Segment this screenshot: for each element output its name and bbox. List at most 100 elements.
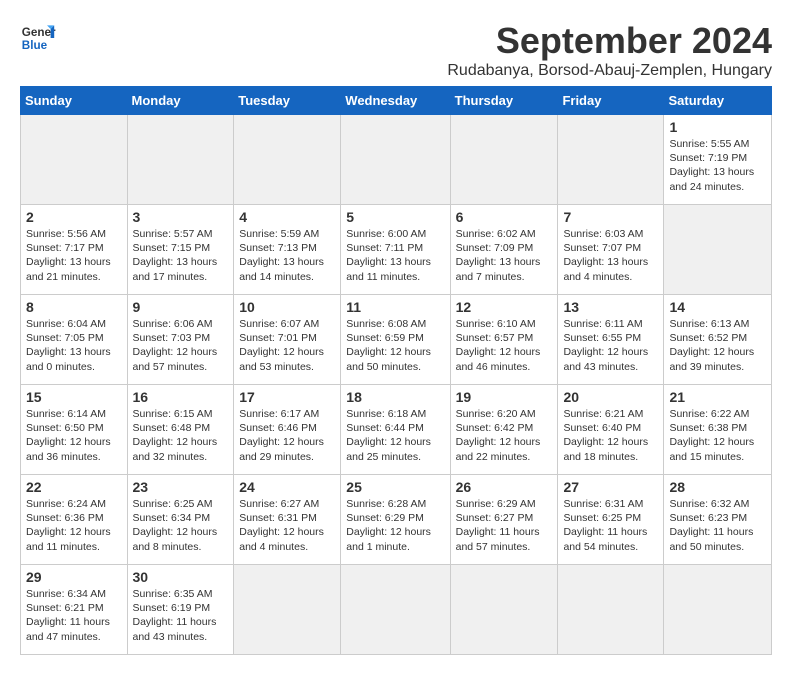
day-info: Sunrise: 6:14 AMSunset: 6:50 PMDaylight:…: [26, 407, 122, 464]
day-info: Sunrise: 6:31 AMSunset: 6:25 PMDaylight:…: [563, 497, 658, 554]
header-cell-thursday: Thursday: [450, 87, 558, 115]
day-cell-29: 29 Sunrise: 6:34 AMSunset: 6:21 PMDayligh…: [21, 565, 128, 655]
day-cell-26: 26Sunrise: 6:29 AMSunset: 6:27 PMDayligh…: [450, 475, 558, 565]
day-info: Sunrise: 6:29 AMSunset: 6:27 PMDaylight:…: [456, 497, 553, 554]
day-number: 13: [563, 299, 658, 315]
day-info: Sunrise: 6:24 AMSunset: 6:36 PMDaylight:…: [26, 497, 122, 554]
svg-text:Blue: Blue: [22, 39, 48, 52]
day-info: Sunrise: 5:57 AMSunset: 7:15 PMDaylight:…: [133, 227, 229, 284]
empty-cell: [21, 115, 128, 205]
day-info: Sunrise: 6:21 AMSunset: 6:40 PMDaylight:…: [563, 407, 658, 464]
day-info: Sunrise: 6:20 AMSunset: 6:42 PMDaylight:…: [456, 407, 553, 464]
day-info: Sunrise: 5:56 AMSunset: 7:17 PMDaylight:…: [26, 227, 122, 284]
day-info: Sunrise: 5:59 AMSunset: 7:13 PMDaylight:…: [239, 227, 335, 284]
day-cell-7: 7 Sunrise: 6:03 AMSunset: 7:07 PMDaylight…: [558, 205, 664, 295]
week-row-5: 22 Sunrise: 6:24 AMSunset: 6:36 PMDayligh…: [21, 475, 772, 565]
empty-cell: [450, 565, 558, 655]
day-number: 14: [669, 299, 766, 315]
day-number: 29: [26, 569, 122, 585]
day-info: Sunrise: 6:07 AMSunset: 7:01 PMDaylight:…: [239, 317, 335, 374]
empty-cell: [558, 565, 664, 655]
day-info: Sunrise: 6:35 AMSunset: 6:19 PMDaylight:…: [133, 587, 229, 644]
day-number: 16: [133, 389, 229, 405]
day-number: 9: [133, 299, 229, 315]
day-number: 2: [26, 209, 122, 225]
header-cell-saturday: Saturday: [664, 87, 772, 115]
day-info: Sunrise: 6:32 AMSunset: 6:23 PMDaylight:…: [669, 497, 766, 554]
day-info: Sunrise: 6:03 AMSunset: 7:07 PMDaylight:…: [563, 227, 658, 284]
month-title: September 2024: [447, 20, 772, 62]
day-cell-4: 4 Sunrise: 5:59 AMSunset: 7:13 PMDaylight…: [234, 205, 341, 295]
empty-cell: [450, 115, 558, 205]
day-info: Sunrise: 6:10 AMSunset: 6:57 PMDaylight:…: [456, 317, 553, 374]
day-number: 22: [26, 479, 122, 495]
header-cell-tuesday: Tuesday: [234, 87, 341, 115]
day-number: 25: [346, 479, 444, 495]
day-cell-17: 17 Sunrise: 6:17 AMSunset: 6:46 PMDayligh…: [234, 385, 341, 475]
day-info: Sunrise: 6:02 AMSunset: 7:09 PMDaylight:…: [456, 227, 553, 284]
day-cell-18: 18 Sunrise: 6:18 AMSunset: 6:44 PMDayligh…: [341, 385, 450, 475]
day-info: Sunrise: 6:17 AMSunset: 6:46 PMDaylight:…: [239, 407, 335, 464]
day-info: Sunrise: 6:28 AMSunset: 6:29 PMDaylight:…: [346, 497, 444, 554]
day-info: Sunrise: 6:04 AMSunset: 7:05 PMDaylight:…: [26, 317, 122, 374]
day-number: 10: [239, 299, 335, 315]
day-cell-21: 21 Sunrise: 6:22 AMSunset: 6:38 PMDayligh…: [664, 385, 772, 475]
day-info: Sunrise: 6:22 AMSunset: 6:38 PMDaylight:…: [669, 407, 766, 464]
week-row-3: 8 Sunrise: 6:04 AMSunset: 7:05 PMDaylight…: [21, 295, 772, 385]
day-cell-14: 14 Sunrise: 6:13 AMSunset: 6:52 PMDayligh…: [664, 295, 772, 385]
day-cell-6: 6 Sunrise: 6:02 AMSunset: 7:09 PMDaylight…: [450, 205, 558, 295]
day-cell-15: 15 Sunrise: 6:14 AMSunset: 6:50 PMDayligh…: [21, 385, 128, 475]
day-cell-30: 30 Sunrise: 6:35 AMSunset: 6:19 PMDayligh…: [127, 565, 234, 655]
day-info: Sunrise: 6:13 AMSunset: 6:52 PMDaylight:…: [669, 317, 766, 374]
empty-cell: [341, 115, 450, 205]
day-number: 21: [669, 389, 766, 405]
day-cell-11: 11 Sunrise: 6:08 AMSunset: 6:59 PMDayligh…: [341, 295, 450, 385]
day-cell-16: 16 Sunrise: 6:15 AMSunset: 6:48 PMDayligh…: [127, 385, 234, 475]
day-cell-5: 5Sunrise: 6:00 AMSunset: 7:11 PMDaylight…: [341, 205, 450, 295]
day-number: 8: [26, 299, 122, 315]
header-cell-wednesday: Wednesday: [341, 87, 450, 115]
day-cell-24: 24Sunrise: 6:27 AMSunset: 6:31 PMDayligh…: [234, 475, 341, 565]
day-info: Sunrise: 5:55 AMSunset: 7:19 PMDaylight:…: [669, 137, 766, 194]
day-number: 11: [346, 299, 444, 315]
day-cell-19: 19 Sunrise: 6:20 AMSunset: 6:42 PMDayligh…: [450, 385, 558, 475]
day-cell-3: 3 Sunrise: 5:57 AMSunset: 7:15 PMDaylight…: [127, 205, 234, 295]
day-number: 24: [239, 479, 335, 495]
day-info: Sunrise: 6:08 AMSunset: 6:59 PMDaylight:…: [346, 317, 444, 374]
day-number: 19: [456, 389, 553, 405]
day-cell-12: 12Sunrise: 6:10 AMSunset: 6:57 PMDayligh…: [450, 295, 558, 385]
day-number: 1: [669, 119, 766, 135]
header-row: SundayMondayTuesdayWednesdayThursdayFrid…: [21, 87, 772, 115]
header-cell-sunday: Sunday: [21, 87, 128, 115]
week-row-1: 1 Sunrise: 5:55 AMSunset: 7:19 PMDaylight…: [21, 115, 772, 205]
day-cell-20: 20Sunrise: 6:21 AMSunset: 6:40 PMDayligh…: [558, 385, 664, 475]
day-cell-10: 10 Sunrise: 6:07 AMSunset: 7:01 PMDayligh…: [234, 295, 341, 385]
day-number: 6: [456, 209, 553, 225]
day-number: 23: [133, 479, 229, 495]
day-cell-8: 8 Sunrise: 6:04 AMSunset: 7:05 PMDaylight…: [21, 295, 128, 385]
day-info: Sunrise: 6:06 AMSunset: 7:03 PMDaylight:…: [133, 317, 229, 374]
day-info: Sunrise: 6:34 AMSunset: 6:21 PMDaylight:…: [26, 587, 122, 644]
logo: General Blue: [20, 20, 56, 56]
day-cell-28: 28Sunrise: 6:32 AMSunset: 6:23 PMDayligh…: [664, 475, 772, 565]
day-cell-13: 13Sunrise: 6:11 AMSunset: 6:55 PMDayligh…: [558, 295, 664, 385]
empty-cell: [127, 115, 234, 205]
day-number: 30: [133, 569, 229, 585]
day-number: 4: [239, 209, 335, 225]
day-number: 7: [563, 209, 658, 225]
day-info: Sunrise: 6:25 AMSunset: 6:34 PMDaylight:…: [133, 497, 229, 554]
day-number: 15: [26, 389, 122, 405]
day-info: Sunrise: 6:15 AMSunset: 6:48 PMDaylight:…: [133, 407, 229, 464]
week-row-4: 15 Sunrise: 6:14 AMSunset: 6:50 PMDayligh…: [21, 385, 772, 475]
day-cell-23: 23 Sunrise: 6:25 AMSunset: 6:34 PMDayligh…: [127, 475, 234, 565]
day-number: 18: [346, 389, 444, 405]
empty-cell: [664, 205, 772, 295]
day-cell-2: 2 Sunrise: 5:56 AMSunset: 7:17 PMDaylight…: [21, 205, 128, 295]
day-cell-25: 25 Sunrise: 6:28 AMSunset: 6:29 PMDayligh…: [341, 475, 450, 565]
day-info: Sunrise: 6:18 AMSunset: 6:44 PMDaylight:…: [346, 407, 444, 464]
day-cell-22: 22 Sunrise: 6:24 AMSunset: 6:36 PMDayligh…: [21, 475, 128, 565]
empty-cell: [341, 565, 450, 655]
day-number: 3: [133, 209, 229, 225]
empty-cell: [664, 565, 772, 655]
day-number: 17: [239, 389, 335, 405]
